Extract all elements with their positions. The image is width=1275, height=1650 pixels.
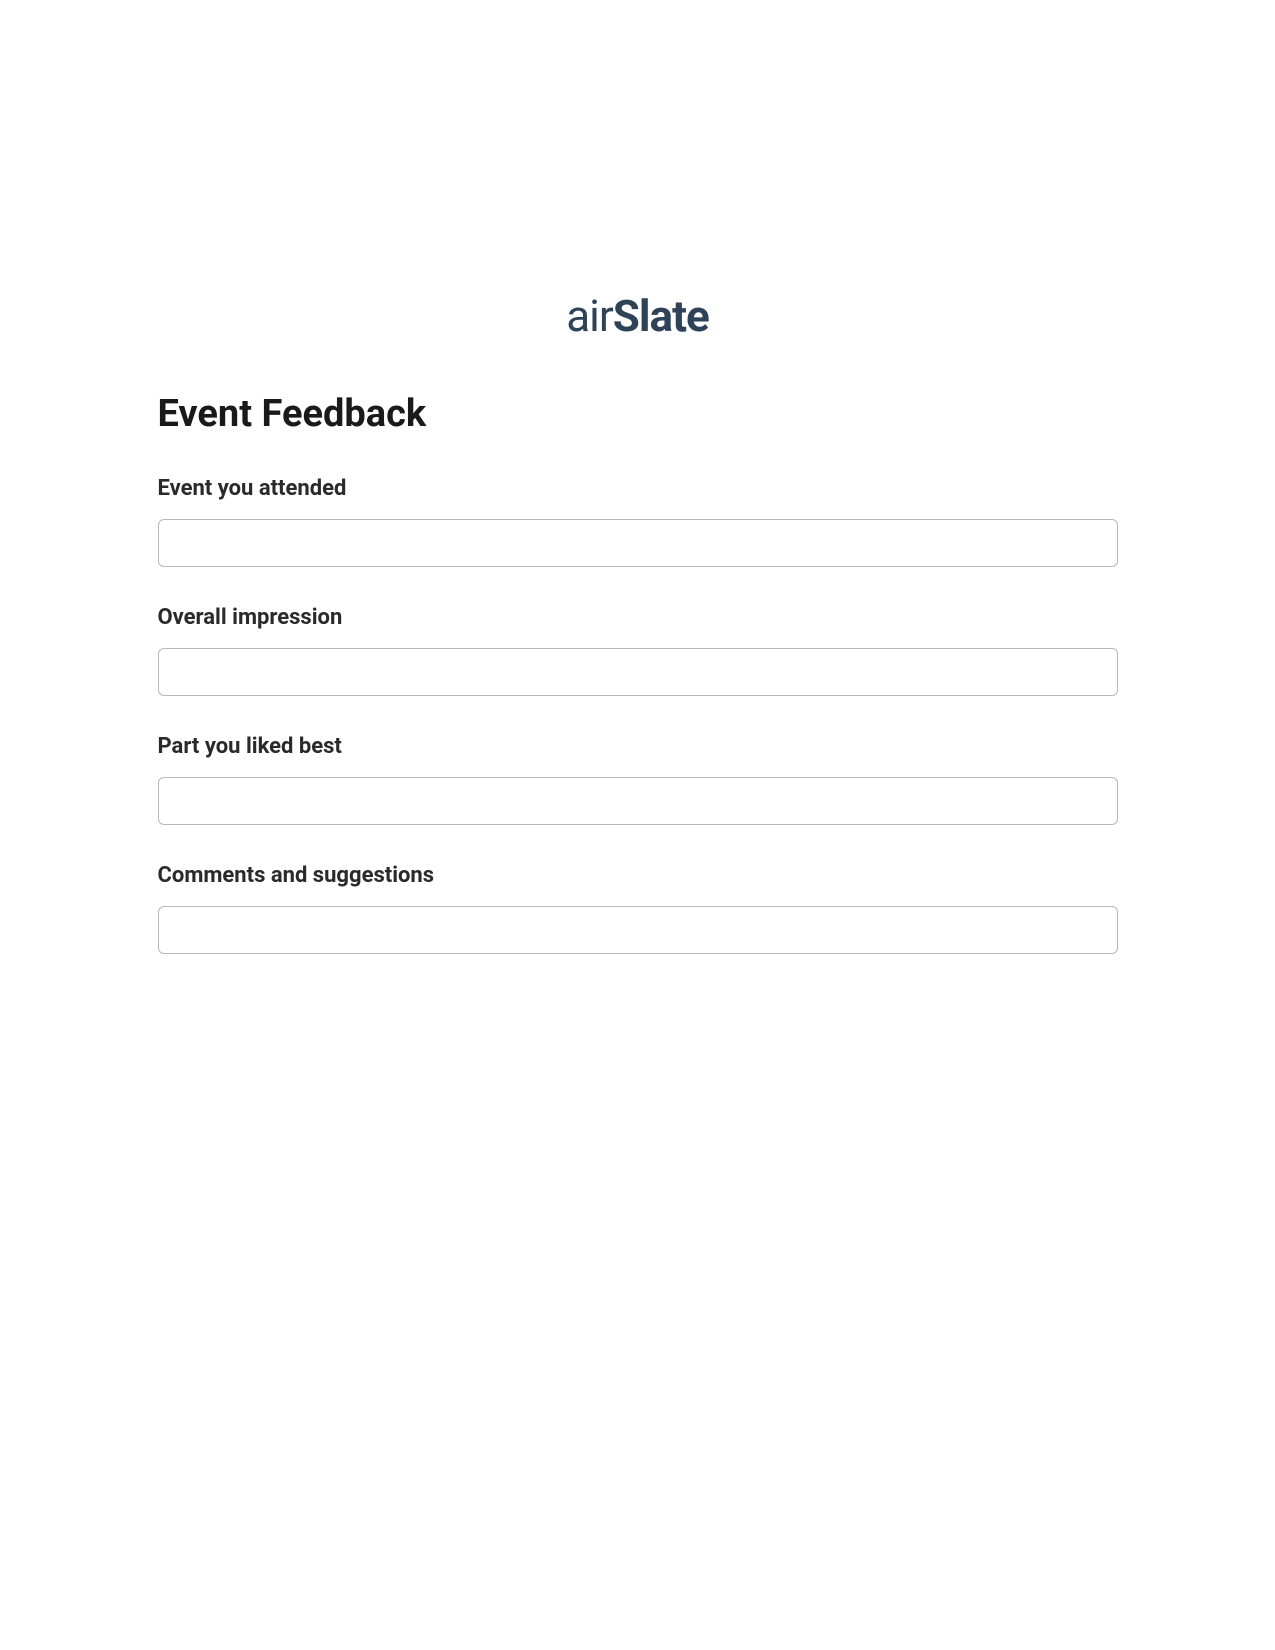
input-comments[interactable] [158,906,1118,954]
input-overall-impression[interactable] [158,648,1118,696]
field-group-impression: Overall impression [158,605,1118,696]
logo: airSlate [158,290,1118,342]
input-event-attended[interactable] [158,519,1118,567]
field-group-liked-best: Part you liked best [158,734,1118,825]
label-liked-best: Part you liked best [158,734,1118,759]
form-container: airSlate Event Feedback Event you attend… [158,290,1118,954]
field-group-event: Event you attended [158,476,1118,567]
label-comments: Comments and suggestions [158,863,1118,888]
label-event-attended: Event you attended [158,476,1118,501]
field-group-comments: Comments and suggestions [158,863,1118,954]
form-title: Event Feedback [158,392,1118,436]
label-overall-impression: Overall impression [158,605,1118,630]
logo-suffix: Slate [613,290,709,342]
logo-text: airSlate [566,290,708,342]
input-liked-best[interactable] [158,777,1118,825]
logo-prefix: air [566,290,613,342]
